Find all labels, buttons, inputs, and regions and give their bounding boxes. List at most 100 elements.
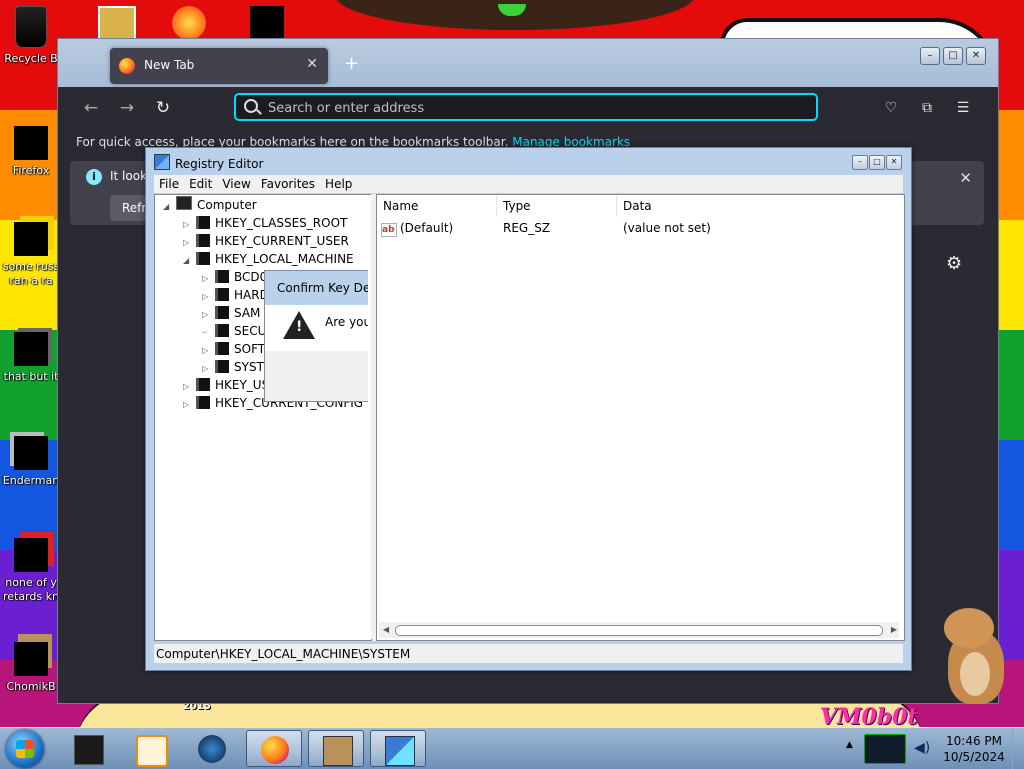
value-type-cell[interactable]: REG_SZ bbox=[503, 221, 550, 235]
back-arrow-icon[interactable]: ← bbox=[80, 97, 102, 119]
show-hidden-icons-icon[interactable]: ▲ bbox=[846, 740, 853, 750]
start-button[interactable] bbox=[6, 730, 44, 768]
windows-logo-icon bbox=[16, 740, 34, 758]
extensions-icon[interactable]: ⧉ bbox=[918, 99, 936, 117]
tab-new-tab[interactable]: New Tab ✕ bbox=[110, 48, 328, 84]
menu-hamburger-icon[interactable]: ☰ bbox=[954, 99, 972, 117]
maximize-icon[interactable]: □ bbox=[869, 155, 885, 170]
firefox-tab-icon bbox=[119, 58, 135, 74]
tree-item-hkey-classes-root[interactable]: ▷ HKEY_CLASSES_ROOT bbox=[183, 214, 347, 232]
navigation-toolbar: ← → ↻ ♡ ⧉ ☰ bbox=[58, 87, 998, 131]
close-tab-icon[interactable]: ✕ bbox=[306, 56, 318, 72]
tab-title: New Tab bbox=[144, 58, 195, 72]
clock[interactable]: 10:46 PM 10/5/2024 bbox=[938, 733, 1010, 765]
hamster-box-icon bbox=[323, 736, 353, 766]
minimize-icon[interactable]: – bbox=[852, 155, 868, 170]
hamster-file-icon bbox=[14, 642, 48, 676]
tree-item-software[interactable]: ▷ SOFT bbox=[202, 340, 265, 358]
desktop-shortcut-icon[interactable] bbox=[250, 6, 284, 40]
close-icon[interactable]: ✕ bbox=[959, 169, 972, 187]
tree-item-hardware[interactable]: ▷ HARD bbox=[202, 286, 269, 304]
desktop-icon-that-but-it[interactable]: that but it bbox=[0, 332, 62, 384]
collapse-arrow-icon[interactable]: ◢ bbox=[163, 198, 173, 216]
tree-item-hkey-users[interactable]: ▷ HKEY_US bbox=[183, 376, 269, 394]
tree-item-security[interactable]: ┈ SECU bbox=[202, 322, 266, 340]
desktop-icon-none-of-y[interactable]: none of y retards kn bbox=[0, 538, 62, 604]
tree-item-bcd[interactable]: ▷ BCD0 bbox=[202, 268, 267, 286]
column-header-data[interactable]: Data bbox=[617, 195, 902, 217]
clock-date: 10/5/2024 bbox=[943, 750, 1005, 764]
show-desktop-button[interactable] bbox=[1012, 728, 1024, 769]
desktop-icon-recycle-bin[interactable]: Recycle B bbox=[0, 6, 62, 66]
horizontal-scrollbar[interactable]: ◀ ▶ bbox=[379, 622, 899, 638]
file-icon bbox=[14, 332, 48, 366]
file-icon bbox=[14, 538, 48, 572]
taskbar-item-folder[interactable] bbox=[60, 730, 116, 767]
scroll-left-icon[interactable]: ◀ bbox=[383, 622, 389, 638]
reload-icon[interactable]: ↻ bbox=[152, 97, 174, 119]
firefox-titlebar[interactable]: New Tab ✕ + – □ ✕ bbox=[58, 39, 998, 87]
warning-icon bbox=[283, 311, 315, 339]
address-bar[interactable] bbox=[234, 93, 818, 121]
scroll-right-icon[interactable]: ▶ bbox=[891, 622, 897, 638]
tree-item-hkey-local-machine[interactable]: ◢ HKEY_LOCAL_MACHINE bbox=[183, 250, 354, 268]
volume-icon[interactable]: ◀) bbox=[914, 740, 930, 756]
taskbar-item-ie[interactable] bbox=[184, 730, 240, 767]
folder-icon bbox=[74, 735, 104, 765]
taskbar-item-firefox[interactable] bbox=[246, 730, 302, 767]
tree-item-sam[interactable]: ▷ SAM bbox=[202, 304, 260, 322]
notification-text: It look bbox=[110, 169, 148, 183]
desktop-icon-some-russ[interactable]: some russ ran a ra bbox=[0, 222, 62, 288]
string-value-icon: ab bbox=[381, 223, 397, 237]
menu-view[interactable]: View bbox=[217, 175, 255, 193]
tree-item-hkey-current-user[interactable]: ▷ HKEY_CURRENT_USER bbox=[183, 232, 349, 250]
maximize-icon[interactable]: □ bbox=[943, 47, 963, 65]
status-bar-path: Computer\HKEY_LOCAL_MACHINE\SYSTEM bbox=[154, 643, 903, 663]
desktop-icon-firefox[interactable]: Firefox bbox=[0, 126, 62, 178]
folder-icon bbox=[215, 270, 229, 283]
folder-icon bbox=[196, 234, 210, 247]
folder-icon bbox=[215, 288, 229, 301]
menu-edit[interactable]: Edit bbox=[184, 175, 217, 193]
network-icon[interactable] bbox=[864, 734, 906, 764]
desktop-icon-label: retards kn bbox=[3, 590, 59, 603]
tree-item-computer[interactable]: ◢ Computer bbox=[163, 196, 257, 214]
taskbar: ▲ ◀) 10:46 PM 10/5/2024 bbox=[0, 727, 1024, 769]
taskbar-item-registry-editor[interactable] bbox=[370, 730, 426, 767]
value-data-cell[interactable]: (value not set) bbox=[623, 221, 711, 235]
close-window-icon[interactable]: ✕ bbox=[886, 155, 902, 170]
desktop-icon-chomikb[interactable]: ChomikB bbox=[0, 642, 62, 694]
forward-arrow-icon[interactable]: → bbox=[116, 97, 138, 119]
address-input[interactable] bbox=[266, 97, 800, 119]
tree-item-system[interactable]: ▷ SYSTI bbox=[202, 358, 267, 376]
confirm-key-delete-dialog: Confirm Key Dele Are you bbox=[264, 270, 368, 402]
column-header-type[interactable]: Type bbox=[497, 195, 617, 217]
menu-favorites[interactable]: Favorites bbox=[256, 175, 320, 193]
desktop-icon-label: ran a ra bbox=[9, 274, 53, 287]
registry-editor-body: ◢ Computer ▷ HKEY_CLASSES_ROOT ▷ HKEY_CURRE… bbox=[154, 194, 905, 641]
menu-file[interactable]: File bbox=[154, 175, 184, 193]
column-header-name[interactable]: Name bbox=[377, 195, 497, 217]
scrollbar-thumb[interactable] bbox=[395, 625, 883, 636]
collapse-arrow-icon[interactable]: ◢ bbox=[183, 252, 193, 270]
gear-icon[interactable]: ⚙ bbox=[946, 253, 962, 274]
taskbar-item-media-player[interactable] bbox=[122, 730, 178, 767]
close-window-icon[interactable]: ✕ bbox=[966, 47, 986, 65]
values-list: Name Type Data ab (Default) REG_SZ (value… bbox=[376, 194, 905, 641]
dialog-body: Are you bbox=[265, 305, 368, 351]
menu-help[interactable]: Help bbox=[320, 175, 357, 193]
folder-icon bbox=[215, 360, 229, 373]
expand-arrow-icon[interactable]: ▷ bbox=[183, 396, 193, 414]
file-icon bbox=[14, 436, 48, 470]
desktop-icon-label: Enderman bbox=[2, 474, 60, 487]
desktop-icon-enderman[interactable]: Enderman bbox=[0, 436, 62, 488]
menu-bar: File Edit View Favorites Help bbox=[154, 175, 903, 193]
desktop-icon-label: some russ bbox=[2, 260, 60, 273]
minimize-icon[interactable]: – bbox=[920, 47, 940, 65]
value-name-cell[interactable]: ab (Default) bbox=[381, 221, 453, 237]
taskbar-item-virtualbox[interactable] bbox=[308, 730, 364, 767]
firefox-icon bbox=[14, 126, 48, 160]
new-tab-plus-icon[interactable]: + bbox=[344, 53, 359, 74]
pocket-icon[interactable]: ♡ bbox=[882, 99, 900, 117]
desktop-shortcut-icon[interactable] bbox=[172, 6, 206, 40]
